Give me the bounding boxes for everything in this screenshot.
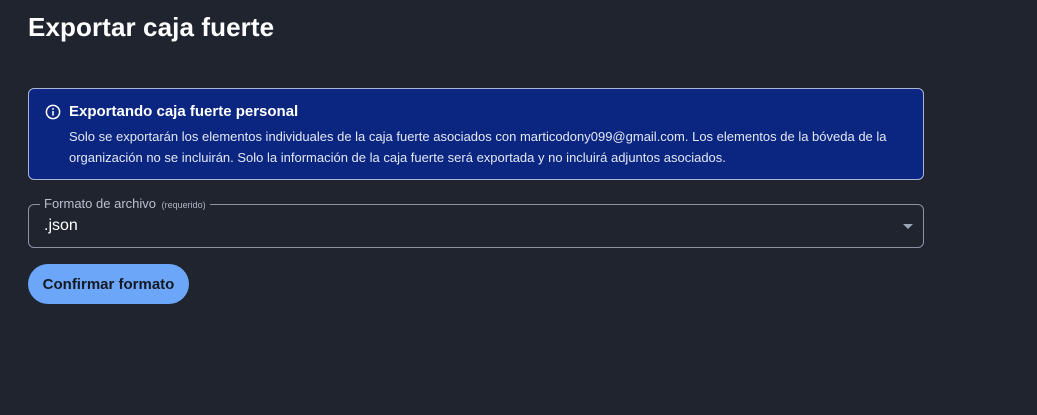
confirm-format-button[interactable]: Confirmar formato [28,264,189,304]
callout-title: Exportando caja fuerte personal [69,103,299,120]
chevron-down-icon[interactable] [903,224,913,229]
file-format-value: .json [44,217,78,234]
file-format-label-text: Formato de archivo [44,196,156,211]
callout-text: Solo se exportarán los elementos individ… [69,129,887,165]
page-title: Exportar caja fuerte [28,12,275,42]
required-indicator: (requerido) [161,200,206,210]
file-format-select[interactable]: Formato de archivo (requerido) .json [28,196,924,248]
export-vault-page: Exportar caja fuerte Exportando caja fue… [0,0,1037,415]
info-icon [45,104,61,120]
callout-body: Exportando caja fuerte personal Solo se … [69,103,907,179]
info-callout: Exportando caja fuerte personal Solo se … [28,88,924,180]
file-format-label: Formato de archivo (requerido) [40,196,210,213]
